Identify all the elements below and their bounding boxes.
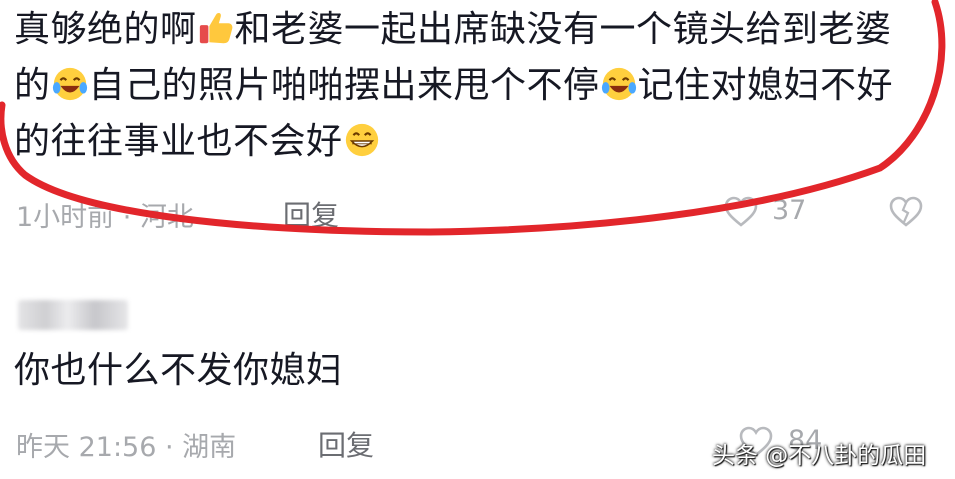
comment-meta: 昨天 21:56 · 湖南 [16, 432, 237, 463]
grinning-icon [345, 123, 378, 157]
comment-text: 真够绝的啊 和老婆一起出席缺没有一个镜头给到老婆的 自己的照片啪啪摆出来甩个不停 记住… [14, 2, 914, 170]
watermark: 头条 @不八卦的瓜田 [712, 443, 927, 469]
laughing-tears-icon [52, 67, 87, 101]
dislike-broken-heart-icon[interactable] [888, 196, 924, 228]
comment-text: 你也什么不发你媳妇 [14, 350, 343, 391]
reply-button[interactable]: 回复 [318, 424, 374, 464]
blurred-username [18, 300, 128, 330]
laughing-tears-icon [601, 67, 636, 101]
like-count: 37 [772, 195, 807, 226]
comment-segment: 自己的照片啪啪摆出来甩个不停 [88, 65, 600, 106]
like-heart-icon[interactable] [723, 196, 759, 228]
comment-segment: 真够绝的啊 [14, 9, 197, 50]
reply-button[interactable]: 回复 [283, 194, 339, 234]
thumbs-up-icon [199, 13, 232, 44]
comment-meta: 1小时前 · 河北 [16, 202, 194, 233]
